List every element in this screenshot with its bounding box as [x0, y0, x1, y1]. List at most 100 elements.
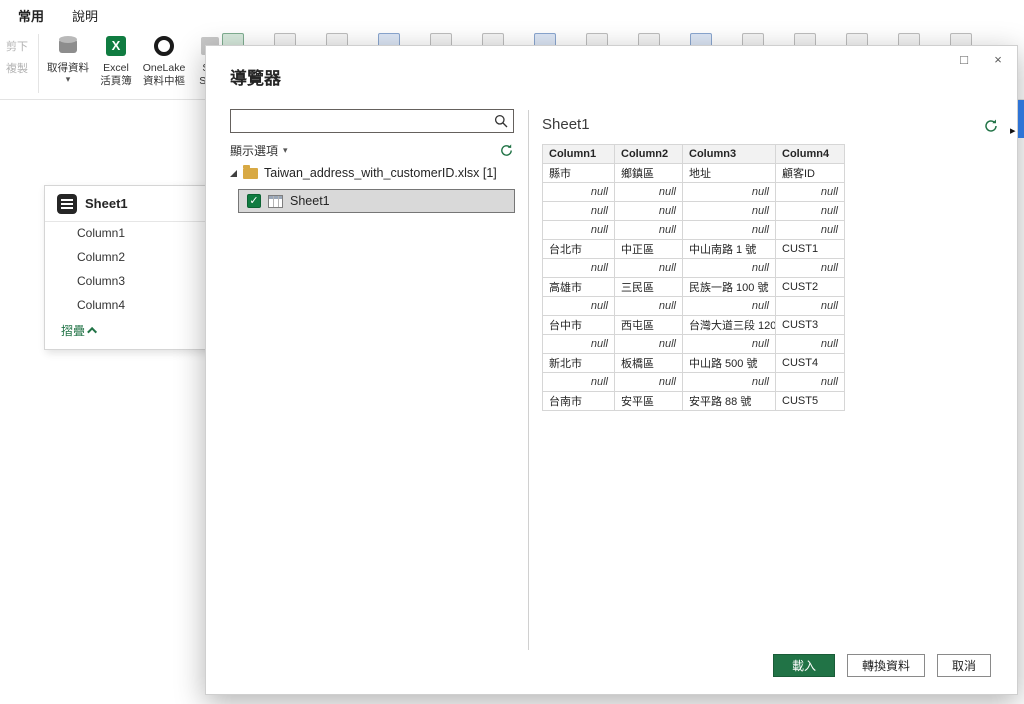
- preview-refresh-icon[interactable]: [983, 118, 999, 134]
- table-cell: null: [614, 296, 683, 316]
- table-cell: 西屯區: [614, 315, 683, 335]
- display-options-row: 顯示選項 ▾: [230, 142, 514, 159]
- table-cell: 地址: [682, 163, 776, 183]
- table-row: 台北市 中正區 中山南路 1 號 CUST1: [542, 239, 845, 259]
- search-input[interactable]: [231, 110, 489, 132]
- table-row: 高雄市 三民區 民族一路 100 號 CUST2: [542, 277, 845, 297]
- preview-header-row: Column1 Column2 Column3 Column4: [542, 144, 845, 164]
- table-cell: null: [775, 201, 845, 221]
- table-cell: 中正區: [614, 239, 683, 259]
- table-cell: null: [682, 258, 776, 278]
- column-header: Column1: [542, 144, 615, 164]
- search-icon[interactable]: [489, 110, 513, 132]
- close-icon[interactable]: ×: [989, 52, 1007, 67]
- table-cell: 安平路 88 號: [682, 391, 776, 411]
- table-cell: null: [614, 334, 683, 354]
- table-row: 台南市 安平區 安平路 88 號 CUST5: [542, 391, 845, 411]
- table-cell: null: [775, 296, 845, 316]
- table-row: null null null null: [542, 372, 845, 392]
- onelake-label-line1: OneLake: [142, 62, 186, 74]
- tab-help[interactable]: 說明: [72, 6, 98, 31]
- table-row: null null null null: [542, 201, 845, 221]
- get-data-label: 取得資料: [47, 62, 89, 74]
- ribbon-tab-bar: 常用 說明: [0, 0, 1024, 34]
- dialog-window-controls: □ ×: [955, 52, 1007, 67]
- table-icon: [268, 194, 283, 208]
- table-cell: 安平區: [614, 391, 683, 411]
- excel-workbook-button[interactable]: X Excel 活頁簿: [94, 32, 138, 87]
- maximize-icon[interactable]: □: [955, 52, 973, 67]
- table-cell: null: [682, 201, 776, 221]
- table-cell: CUST1: [775, 239, 845, 259]
- table-cell: null: [775, 372, 845, 392]
- table-cell: null: [542, 182, 615, 202]
- table-cell: 台中市: [542, 315, 615, 335]
- display-options-dropdown[interactable]: 顯示選項 ▾: [230, 142, 288, 159]
- table-row: null null null null: [542, 258, 845, 278]
- table-cell: null: [682, 296, 776, 316]
- collapse-label: 摺疊: [61, 324, 86, 338]
- table-cell: null: [775, 258, 845, 278]
- cut-button: 剪下: [6, 41, 28, 53]
- table-row: 縣市 鄉鎮區 地址 顧客ID: [542, 163, 845, 183]
- expand-pane-arrow-icon[interactable]: ▸: [1010, 124, 1016, 137]
- cancel-button[interactable]: 取消: [936, 654, 991, 677]
- table-cell: null: [775, 220, 845, 240]
- right-scrollbar[interactable]: [1018, 100, 1024, 138]
- table-cell: 台南市: [542, 391, 615, 411]
- copy-button: 複製: [6, 63, 28, 75]
- onelake-icon: [154, 32, 174, 60]
- workbook-name: Taiwan_address_with_customerID.xlsx [1]: [264, 166, 497, 180]
- table-cell: null: [682, 334, 776, 354]
- fields-panel-title: Sheet1: [85, 196, 128, 211]
- table-cell: null: [614, 220, 683, 240]
- table-cell: 高雄市: [542, 277, 615, 297]
- table-cell: null: [542, 296, 615, 316]
- column-header: Column4: [775, 144, 845, 164]
- table-cell: null: [614, 372, 683, 392]
- preview-title: Sheet1: [542, 116, 590, 133]
- database-icon: [59, 32, 77, 60]
- transform-data-button[interactable]: 轉換資料: [846, 654, 925, 677]
- table-row: 台中市 西屯區 台灣大道三段 120 CUST3: [542, 315, 845, 335]
- table-cell: null: [542, 372, 615, 392]
- load-button[interactable]: 載入: [772, 654, 835, 677]
- table-cell: 中山路 500 號: [682, 353, 776, 373]
- collapse-link[interactable]: 摺疊: [61, 322, 98, 339]
- table-row: null null null null: [542, 220, 845, 240]
- tree-expanded-icon: [230, 169, 237, 177]
- onelake-label-line2: 資料中樞: [143, 74, 185, 87]
- table-cell: 台北市: [542, 239, 615, 259]
- get-data-button[interactable]: 取得資料 ▾: [44, 32, 92, 84]
- refresh-icon[interactable]: [499, 143, 514, 158]
- table-cell: 顧客ID: [775, 163, 845, 183]
- table-row: null null null null: [542, 296, 845, 316]
- table-cell: null: [542, 258, 615, 278]
- tree-sheet-item[interactable]: ✓ Sheet1: [238, 189, 515, 213]
- table-cell: null: [542, 220, 615, 240]
- display-options-label: 顯示選項: [230, 144, 279, 158]
- table-row: 新北市 板橋區 中山路 500 號 CUST4: [542, 353, 845, 373]
- table-cell: null: [682, 220, 776, 240]
- onelake-hub-button[interactable]: OneLake 資料中樞: [138, 32, 190, 87]
- table-cell: 三民區: [614, 277, 683, 297]
- navigator-dialog: □ × 導覽器 顯示選項 ▾ Taiwan_address_with_custo…: [205, 45, 1018, 695]
- dialog-title: 導覽器: [230, 69, 281, 88]
- table-cell: CUST2: [775, 277, 845, 297]
- table-cell: CUST5: [775, 391, 845, 411]
- sheet-checkbox[interactable]: ✓: [247, 194, 261, 208]
- table-row: null null null null: [542, 334, 845, 354]
- folder-icon: [243, 164, 258, 179]
- table-cell: 板橋區: [614, 353, 683, 373]
- table-cell: null: [682, 182, 776, 202]
- table-cell: null: [775, 334, 845, 354]
- table-cell: 新北市: [542, 353, 615, 373]
- sheet-icon: [57, 193, 77, 214]
- tree-root-node[interactable]: Taiwan_address_with_customerID.xlsx [1]: [230, 164, 497, 180]
- table-cell: null: [542, 201, 615, 221]
- table-cell: 縣市: [542, 163, 615, 183]
- table-cell: 台灣大道三段 120: [682, 315, 776, 335]
- excel-label-line2: 活頁簿: [100, 74, 132, 87]
- chevron-up-icon: [87, 326, 98, 337]
- column-header: Column2: [614, 144, 683, 164]
